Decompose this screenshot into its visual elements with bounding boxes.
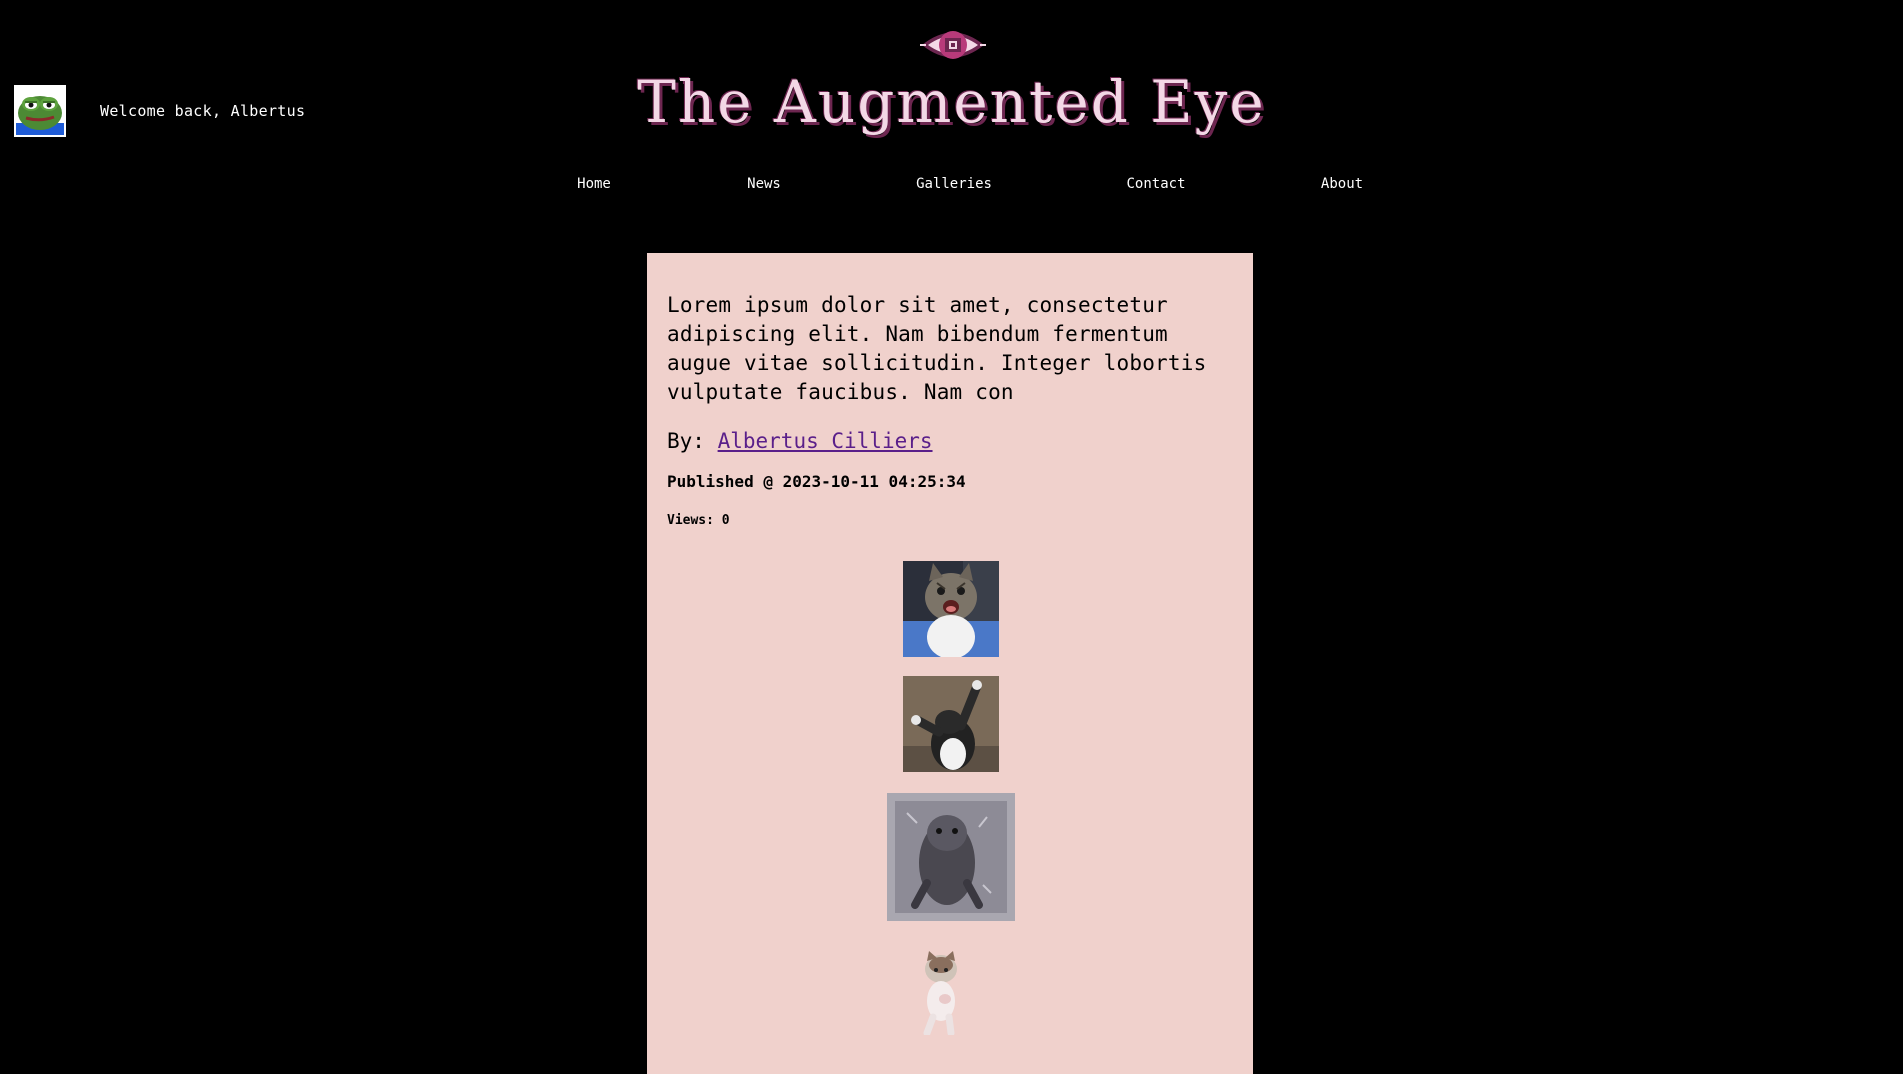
cat-image-3 [887,793,1015,921]
article-card: Lorem ipsum dolor sit amet, consectetur … [647,253,1253,1074]
site-title: The Augmented Eye [637,68,1266,136]
nav-news[interactable]: News [747,176,781,192]
cat-image-1 [903,561,999,657]
byline-prefix: By: [667,429,705,453]
published-date: Published @ 2023-10-11 04:25:34 [667,472,966,491]
author-link[interactable]: Albertus Cilliers [718,429,933,453]
byline: By: Albertus Cilliers [667,427,1233,455]
eye-logo-icon [920,31,986,59]
view-count: Views: 0 [667,513,730,528]
page: Welcome back, Albertus The Augmented Eye… [0,0,1903,1074]
main-nav: Home News Galleries Contact About [0,176,1903,196]
article-title: Lorem ipsum dolor sit amet, consectetur … [667,293,1207,404]
cat-image-2 [903,676,999,772]
nav-about[interactable]: About [1321,176,1363,192]
nav-home[interactable]: Home [577,176,611,192]
cat-image-4 [911,951,967,1035]
nav-galleries[interactable]: Galleries [916,176,992,192]
nav-contact[interactable]: Contact [1126,176,1185,192]
